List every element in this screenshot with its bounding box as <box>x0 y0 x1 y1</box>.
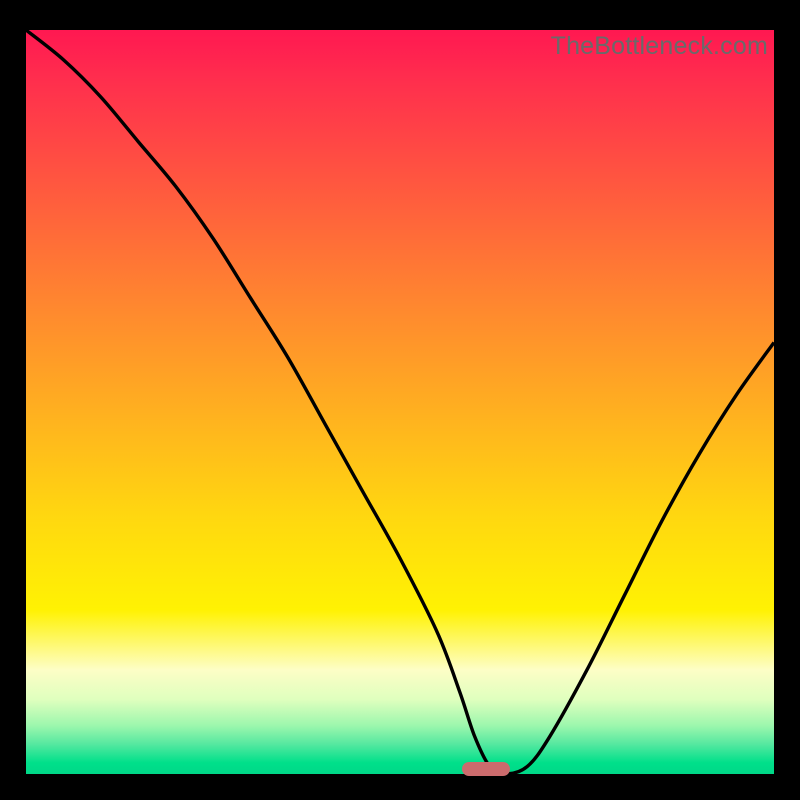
bottleneck-curve <box>26 30 774 774</box>
curve-path <box>26 30 774 774</box>
chart-frame: TheBottleneck.com <box>0 0 800 800</box>
optimum-marker <box>462 762 510 776</box>
plot-area: TheBottleneck.com <box>26 30 774 774</box>
